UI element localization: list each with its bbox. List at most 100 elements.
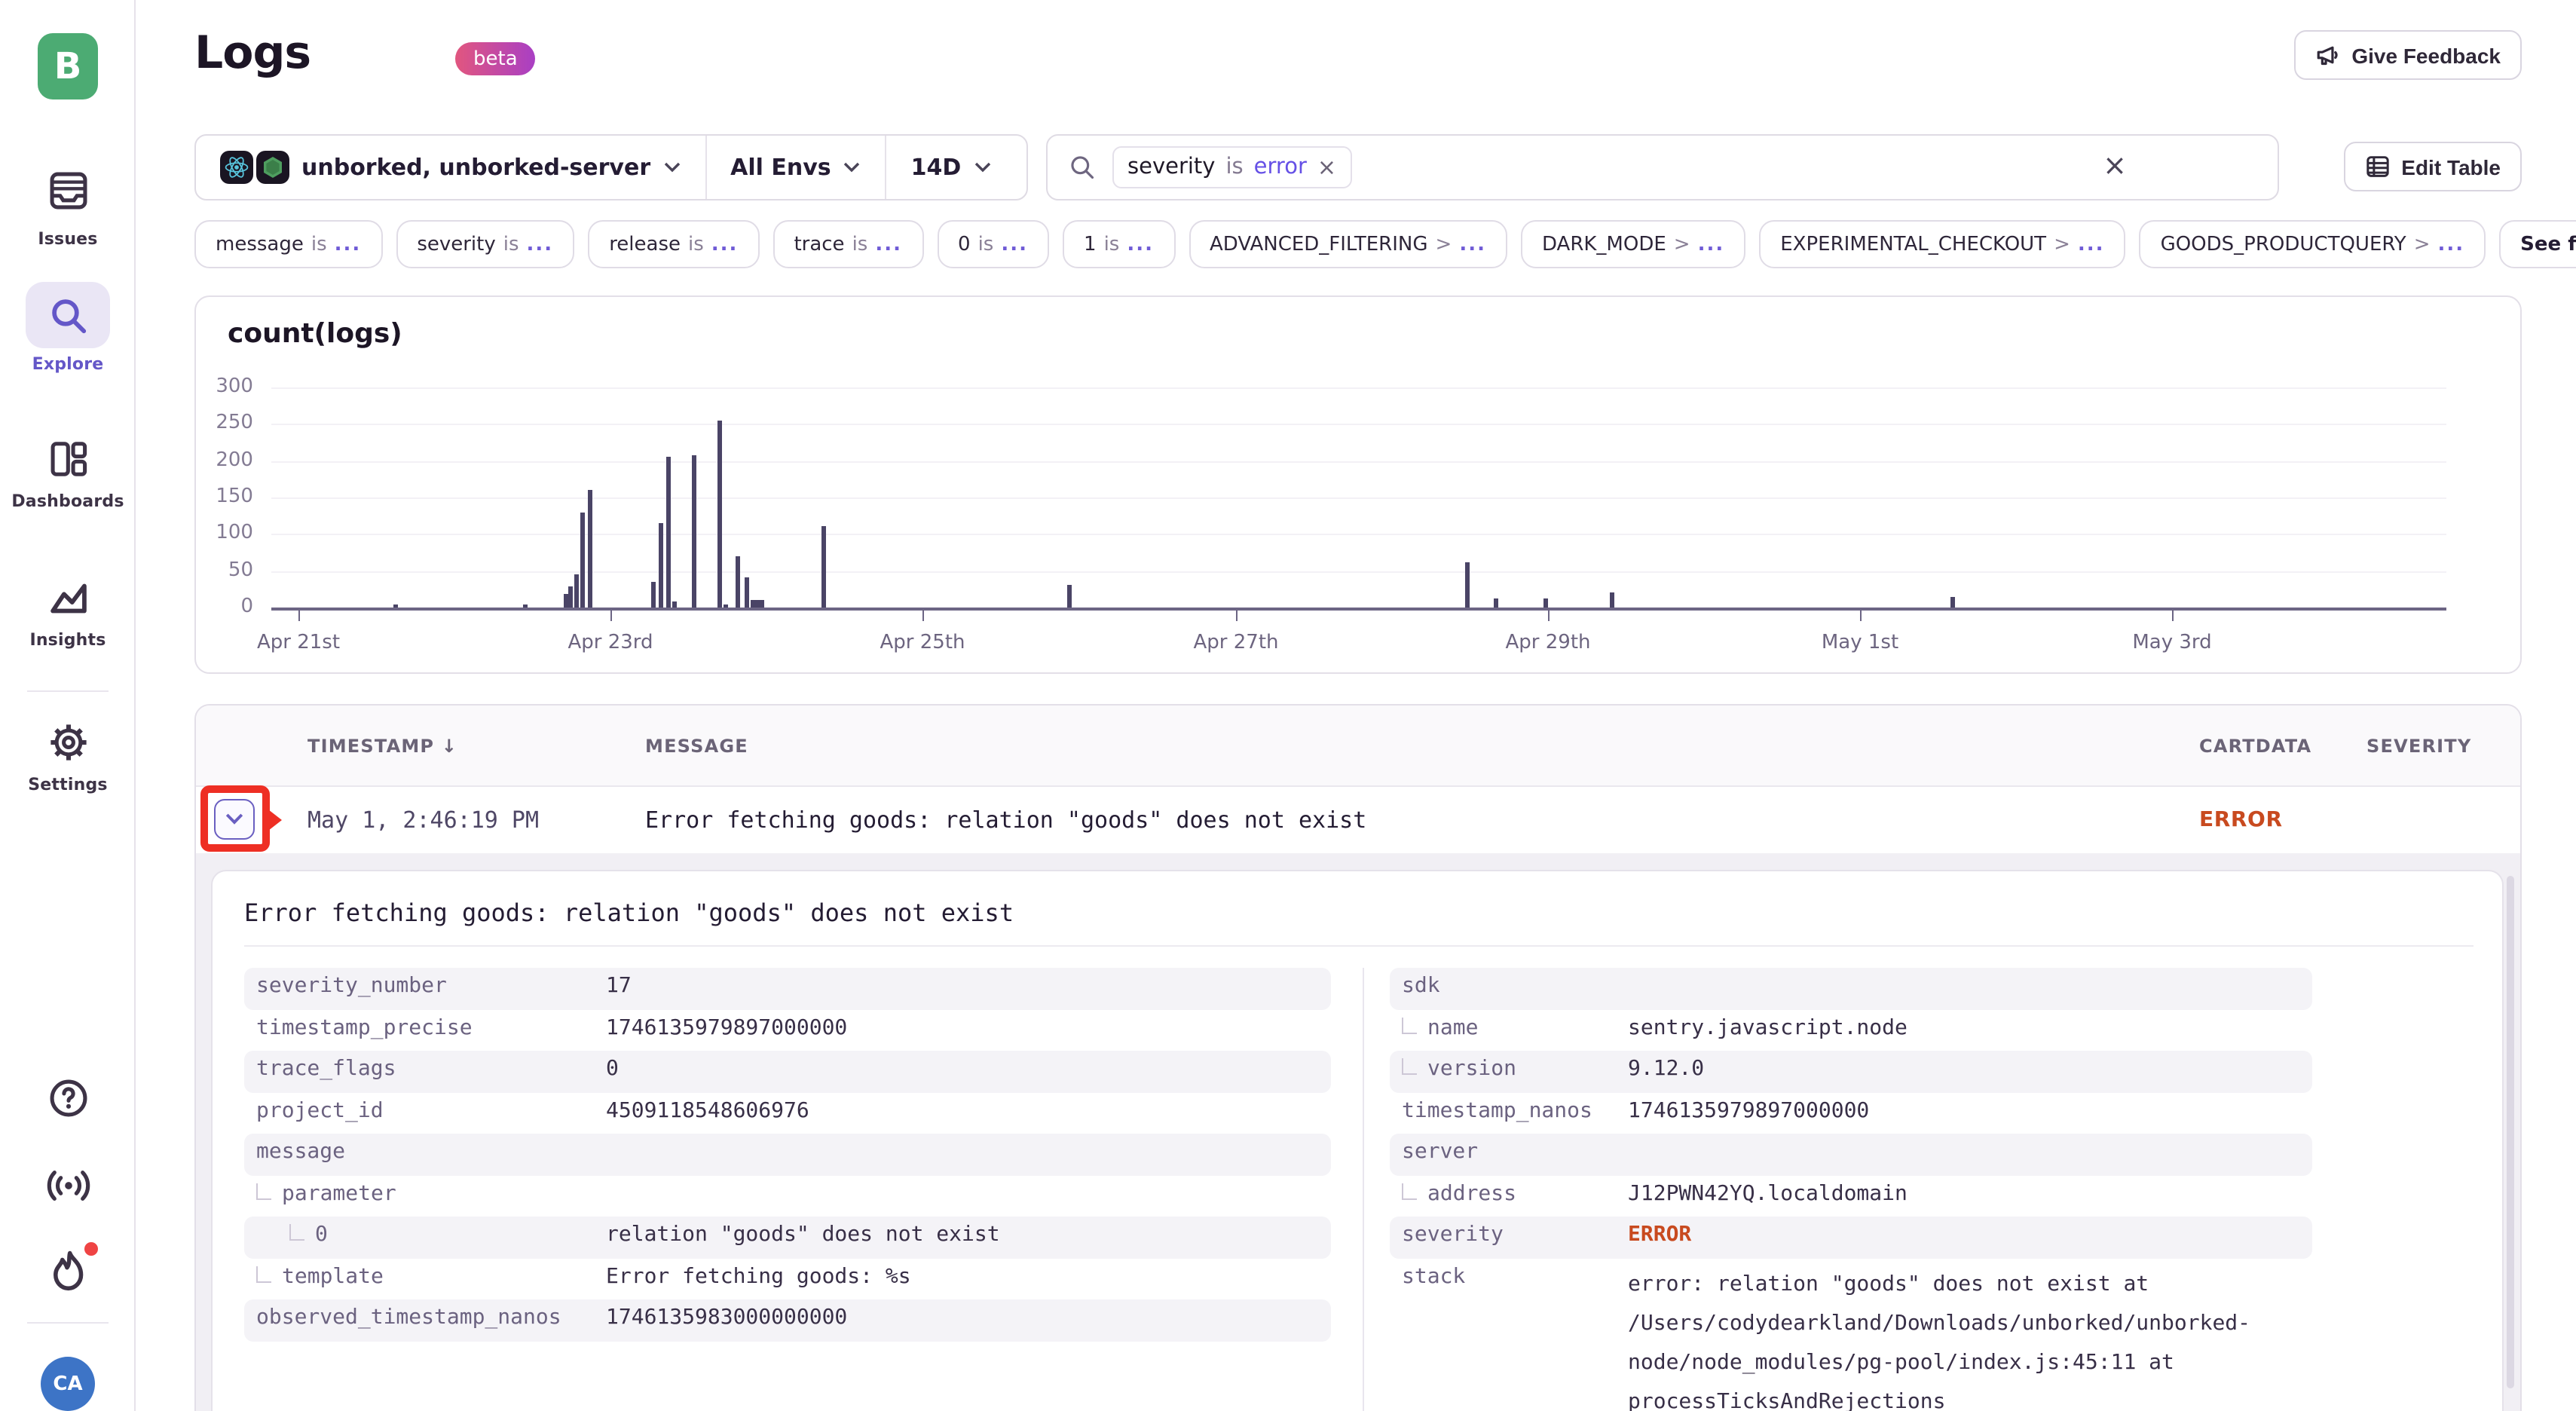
sidebar-item-settings[interactable]: Settings (0, 721, 136, 794)
search-clear-icon[interactable]: × (2103, 152, 2127, 181)
attribute-value: 4509118548606976 (606, 1098, 809, 1122)
logs-count-chart[interactable]: 050100150200250300Apr 21stApr 23rdApr 25… (196, 297, 2520, 672)
chart-bar[interactable] (692, 456, 696, 608)
x-axis-tick (1548, 611, 1550, 621)
attribute-chips-row: messageis... severityis... releaseis... tra… (194, 220, 2576, 270)
x-axis-tick-label: Apr 21st (257, 632, 340, 654)
filter-chip-trace[interactable]: traceis... (772, 220, 923, 268)
filter-chip-1[interactable]: 1is... (1063, 220, 1175, 268)
flame-icon[interactable] (0, 1248, 136, 1298)
sidebar-item-issues[interactable]: Issues (0, 157, 136, 249)
filter-chip-dark-mode[interactable]: DARK_MODE>... (1521, 220, 1745, 268)
attribute-row-trace-flags[interactable]: trace_flags0 (244, 1051, 1331, 1092)
attribute-key: severity (1402, 1223, 1628, 1247)
attribute-row-sdk[interactable]: sdk (1390, 968, 2312, 1009)
chart-bar[interactable] (666, 457, 671, 608)
column-header-timestamp[interactable]: TIMESTAMP ↓ (307, 736, 457, 757)
edit-table-button[interactable]: Edit Table (2344, 142, 2522, 191)
sidebar-item-dashboards[interactable]: Dashboards (0, 437, 136, 510)
chart-bar[interactable] (1067, 586, 1072, 608)
attribute-value: Error fetching goods: %s (606, 1264, 911, 1288)
chart-bar[interactable] (588, 490, 592, 608)
user-avatar[interactable]: CA (41, 1357, 95, 1411)
detail-attributes-right: sdknamesentry.javascript.nodeversion9.12… (1390, 968, 2312, 1411)
attribute-row-stack[interactable]: stackerror: relation "goods" does not ex… (1390, 1258, 2312, 1411)
chart-bar[interactable] (574, 574, 579, 608)
attribute-key: timestamp_precise (256, 1015, 606, 1039)
attribute-row-name[interactable]: namesentry.javascript.node (1390, 1009, 2312, 1051)
detail-divider (244, 945, 2474, 947)
sidebar-label-dashboards: Dashboards (0, 491, 136, 510)
sidebar-item-insights[interactable]: Insights (0, 576, 136, 649)
chart-bar[interactable] (1610, 593, 1614, 608)
broadcast-icon[interactable] (0, 1165, 136, 1206)
attribute-row-template[interactable]: templateError fetching goods: %s (244, 1258, 1331, 1299)
sidebar-item-explore[interactable]: Explore (0, 282, 136, 374)
attribute-key: address (1402, 1181, 1628, 1205)
filter-chip-severity[interactable]: severityis... (396, 220, 574, 268)
y-axis-tick-label: 150 (202, 485, 253, 508)
column-header-severity[interactable]: SEVERITY (2366, 736, 2471, 757)
attribute-row-observed-timestamp-nanos[interactable]: observed_timestamp_nanos1746135983000000… (244, 1299, 1331, 1341)
column-header-cartdata[interactable]: CARTDATA (2199, 736, 2311, 757)
column-header-message[interactable]: MESSAGE (645, 736, 748, 757)
give-feedback-button[interactable]: Give Feedback (2294, 30, 2522, 80)
beta-badge: beta (455, 42, 536, 75)
date-range-selector[interactable]: 14D (887, 136, 1016, 199)
filter-chip-experimental-checkout[interactable]: EXPERIMENTAL_CHECKOUT>... (1759, 220, 2125, 268)
filter-chip-goods-productquery[interactable]: GOODS_PRODUCTQUERY>... (2140, 220, 2486, 268)
attribute-row-0[interactable]: 0relation "goods" does not exist (244, 1217, 1331, 1258)
x-axis-tick-label: Apr 25th (880, 632, 965, 654)
chart-bar[interactable] (736, 556, 740, 608)
log-table-row[interactable]: May 1, 2:46:19 PM Error fetching goods: … (196, 787, 2520, 853)
attribute-row-project-id[interactable]: project_id4509118548606976 (244, 1092, 1331, 1134)
attribute-row-address[interactable]: addressJ12PWN42YQ.localdomain (1390, 1175, 2312, 1217)
chart-bar[interactable] (745, 577, 749, 608)
chart-bar[interactable] (760, 600, 764, 608)
attribute-row-parameter[interactable]: parameter (244, 1175, 1331, 1217)
attribute-row-message[interactable]: message (244, 1134, 1331, 1175)
chart-gridline (271, 497, 2446, 499)
search-token-severity[interactable]: severity is error × (1112, 146, 1351, 188)
attribute-row-severity-number[interactable]: severity_number17 (244, 968, 1331, 1009)
filter-chip-see-full-list[interactable]: See full list (2499, 220, 2576, 268)
filter-chip-release[interactable]: releaseis... (588, 220, 759, 268)
chart-bar[interactable] (1543, 598, 1548, 608)
project-selector[interactable]: unborked, unborked-server (196, 136, 705, 199)
search-input[interactable]: severity is error × (1046, 134, 2279, 200)
attribute-row-server[interactable]: server (1390, 1134, 2312, 1175)
attribute-row-timestamp-nanos[interactable]: timestamp_nanos1746135979897000000 (1390, 1092, 2312, 1134)
chart-bar[interactable] (1494, 598, 1498, 608)
filter-chip-message[interactable]: messageis... (194, 220, 382, 268)
chart-bar[interactable] (717, 421, 722, 608)
attribute-value: relation "goods" does not exist (606, 1223, 1000, 1247)
chart-bar[interactable] (651, 582, 656, 608)
node-icon (256, 151, 289, 184)
attribute-row-severity[interactable]: severityERROR (1390, 1217, 2312, 1258)
org-logo[interactable]: B (38, 33, 98, 99)
chart-bar[interactable] (659, 523, 663, 608)
attribute-key: parameter (256, 1181, 606, 1205)
x-axis-tick (922, 611, 924, 621)
attribute-row-version[interactable]: version9.12.0 (1390, 1051, 2312, 1092)
environment-selector[interactable]: All Envs (706, 136, 886, 199)
filter-chip-advanced-filtering[interactable]: ADVANCED_FILTERING>... (1189, 220, 1507, 268)
y-axis-tick-label: 300 (202, 375, 253, 398)
chart-bar[interactable] (1465, 562, 1470, 608)
chart-bar[interactable] (821, 527, 826, 608)
detail-scrollbar[interactable] (2507, 876, 2514, 1388)
x-axis-tick-label: May 3rd (2132, 632, 2211, 654)
attribute-row-timestamp-precise[interactable]: timestamp_precise1746135979897000000 (244, 1009, 1331, 1051)
search-icon (1069, 154, 1096, 181)
tree-elbow-connector (1402, 1183, 1417, 1199)
tree-elbow-connector (1402, 1017, 1417, 1033)
chart-bar[interactable] (1950, 596, 1955, 608)
help-icon[interactable] (0, 1078, 136, 1119)
sidebar-label-settings: Settings (0, 774, 136, 794)
filter-chip-0[interactable]: 0is... (937, 220, 1049, 268)
chart-bar[interactable] (568, 587, 573, 608)
chart-bar[interactable] (672, 601, 677, 608)
chart-bar[interactable] (580, 512, 585, 608)
token-remove-icon[interactable]: × (1317, 154, 1336, 181)
detail-column-divider (1363, 968, 1364, 1411)
